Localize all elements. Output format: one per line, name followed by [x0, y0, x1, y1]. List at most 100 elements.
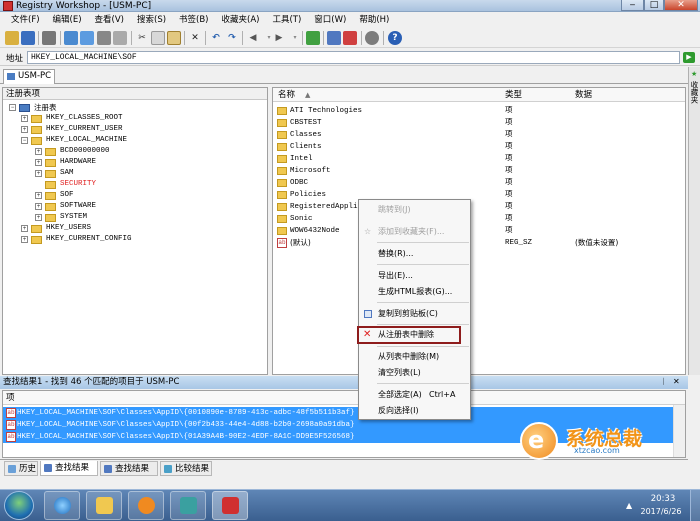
menu-search[interactable]: 搜索(S)	[137, 12, 166, 28]
go-arrow-icon[interactable]: ▶	[683, 52, 695, 63]
forward-dropdown-icon[interactable]: ▾	[288, 31, 302, 45]
menu-item-copy-to-clipboard[interactable]: 复制到剪贴板(C)	[359, 306, 470, 322]
undo-icon[interactable]	[113, 31, 127, 45]
clock-date[interactable]: 2017/6/26	[636, 507, 686, 516]
menu-view[interactable]: 查看(V)	[95, 12, 124, 28]
paste-icon[interactable]	[167, 31, 181, 45]
list-row[interactable]: Microsoft 项	[273, 165, 685, 177]
menu-item-remove-from-list[interactable]: 从列表中删除(M)	[359, 349, 470, 365]
expander-icon[interactable]: +	[21, 115, 28, 122]
column-type[interactable]: 类型	[505, 89, 522, 101]
list-row[interactable]: Policies 项	[273, 189, 685, 201]
cut-icon[interactable]: ✂	[135, 31, 149, 45]
show-desktop-button[interactable]	[690, 490, 700, 521]
close-button[interactable]: ✕	[664, 0, 698, 11]
menu-tools[interactable]: 工具(T)	[272, 12, 301, 28]
menu-favorites[interactable]: 收藏夹(A)	[222, 12, 260, 28]
menu-bookmarks[interactable]: 书签(B)	[179, 12, 208, 28]
expander-icon[interactable]: +	[21, 126, 28, 133]
expander-icon[interactable]: +	[35, 214, 42, 221]
menu-item-clear-list[interactable]: 清空列表(L)	[359, 365, 470, 381]
title-bar[interactable]: Registry Workshop - [USM-PC] ‒ □ ✕	[0, 0, 700, 12]
close-panel-icon[interactable]: ✕	[673, 377, 680, 386]
back-icon[interactable]: ◀	[246, 31, 260, 45]
list-row[interactable]: ODBC 项	[273, 177, 685, 189]
taskbar-media-player[interactable]	[128, 491, 164, 520]
menu-item-add-to-favorites[interactable]: ☆ 添加到收藏夹(F)...	[359, 224, 470, 240]
list-row[interactable]: Clients 项	[273, 141, 685, 153]
list-row[interactable]: ATI Technologies 项	[273, 105, 685, 117]
forward-icon[interactable]: ▶	[272, 31, 286, 45]
favorites-sidebar[interactable]: ★ 收藏夹	[688, 67, 700, 375]
taskbar-app-cubes[interactable]	[170, 491, 206, 520]
column-data[interactable]: 数据	[575, 89, 592, 101]
options-icon[interactable]	[365, 31, 379, 45]
values-list[interactable]: 名称 ▲ 类型 数据 ATI Technologies 项 CBSTEST 项 Clas…	[272, 87, 686, 375]
context-menu: 跳转到(J) ☆ 添加到收藏夹(F)... 替换(R)... 导出(E)... …	[357, 199, 471, 420]
registry-tree[interactable]: 注册表项 − 注册表 + HKEY_CLASSES_ROOT + HKEY_CURRENT…	[2, 87, 268, 375]
redo-arrow-icon[interactable]: ↷	[225, 31, 239, 45]
taskbar-ie[interactable]	[44, 491, 80, 520]
undo-arrow-icon[interactable]: ↶	[209, 31, 223, 45]
menu-item-jump-to[interactable]: 跳转到(J)	[359, 202, 470, 218]
expander-icon[interactable]: +	[35, 170, 42, 177]
expander-icon[interactable]: +	[35, 159, 42, 166]
up-level-icon[interactable]	[306, 31, 320, 45]
taskbar-registry-workshop[interactable]	[212, 491, 248, 520]
start-button[interactable]	[4, 491, 34, 520]
list-row[interactable]: CBSTEST 项	[273, 117, 685, 129]
find-icon[interactable]	[327, 31, 341, 45]
list-row[interactable]: WOW6432Node 项	[273, 225, 685, 237]
connect-icon[interactable]	[80, 31, 94, 45]
taskbar-explorer[interactable]	[86, 491, 122, 520]
list-row[interactable]: Classes 项	[273, 129, 685, 141]
disconnect-icon[interactable]	[97, 31, 111, 45]
help-icon[interactable]: ?	[388, 31, 402, 45]
menu-item-select-all[interactable]: 全部选定(A) Ctrl+A	[359, 387, 470, 403]
menu-item-delete-from-registry[interactable]: ✕ 从注册表中删除	[357, 326, 470, 344]
print-icon[interactable]	[42, 31, 56, 45]
expander-icon[interactable]: −	[9, 104, 16, 111]
menu-item-replace[interactable]: 替换(R)...	[359, 246, 470, 262]
tab-usm-pc[interactable]: USM-PC	[3, 69, 55, 84]
expander-icon[interactable]: +	[21, 225, 28, 232]
address-input[interactable]: HKEY_LOCAL_MACHINE\SOF	[27, 51, 680, 64]
result-row[interactable]: ab HKEY_LOCAL_MACHINE\SOF\Classes\AppID\{…	[3, 407, 673, 419]
tray-expand-icon[interactable]: ▲	[626, 501, 632, 510]
list-row[interactable]: ab (默认) REG_SZ (数值未设置)	[273, 237, 685, 249]
menu-item-export[interactable]: 导出(E)...	[359, 268, 470, 284]
row-type: 项	[505, 143, 513, 151]
pin-icon[interactable]: ᛁ	[661, 377, 666, 386]
expander-icon[interactable]: −	[21, 137, 28, 144]
expander-icon[interactable]: +	[35, 203, 42, 210]
expander-icon[interactable]: +	[21, 236, 28, 243]
maximize-button[interactable]: □	[644, 0, 664, 11]
window-title: Registry Workshop - [USM-PC]	[16, 1, 152, 11]
registry-icon[interactable]	[64, 31, 78, 45]
menu-edit[interactable]: 编辑(E)	[53, 12, 82, 28]
menu-help[interactable]: 帮助(H)	[359, 12, 389, 28]
menu-file[interactable]: 文件(F)	[11, 12, 40, 28]
menu-item-html-report[interactable]: 生成HTML报表(G)...	[359, 284, 470, 300]
expander-icon[interactable]: +	[35, 148, 42, 155]
menu-item-invert-selection[interactable]: 反向选择(I)	[359, 403, 470, 419]
delete-icon[interactable]: ✕	[188, 31, 202, 45]
list-row[interactable]: Sonic 项	[273, 213, 685, 225]
results-scrollbar[interactable]	[673, 405, 685, 457]
results-column-header[interactable]: 项	[3, 391, 685, 405]
list-row[interactable]: RegisteredAppli 项	[273, 201, 685, 213]
menu-window[interactable]: 窗口(W)	[314, 12, 346, 28]
minimize-button[interactable]: ‒	[621, 0, 644, 11]
expander-icon[interactable]: +	[35, 192, 42, 199]
tab-history[interactable]: 历史	[4, 461, 38, 476]
list-row[interactable]: Intel 项	[273, 153, 685, 165]
tab-compare-results[interactable]: 比较结果	[160, 461, 212, 476]
tab-find-results-1[interactable]: 查找结果 1	[40, 461, 98, 487]
copy-icon[interactable]	[151, 31, 165, 45]
open-icon[interactable]	[5, 31, 19, 45]
find-replace-icon[interactable]	[343, 31, 357, 45]
save-icon[interactable]	[21, 31, 35, 45]
tab-find-results-2[interactable]: 查找结果 2	[100, 461, 158, 488]
clock-time[interactable]: 20:33	[643, 494, 683, 504]
column-name[interactable]: 名称	[278, 89, 295, 101]
